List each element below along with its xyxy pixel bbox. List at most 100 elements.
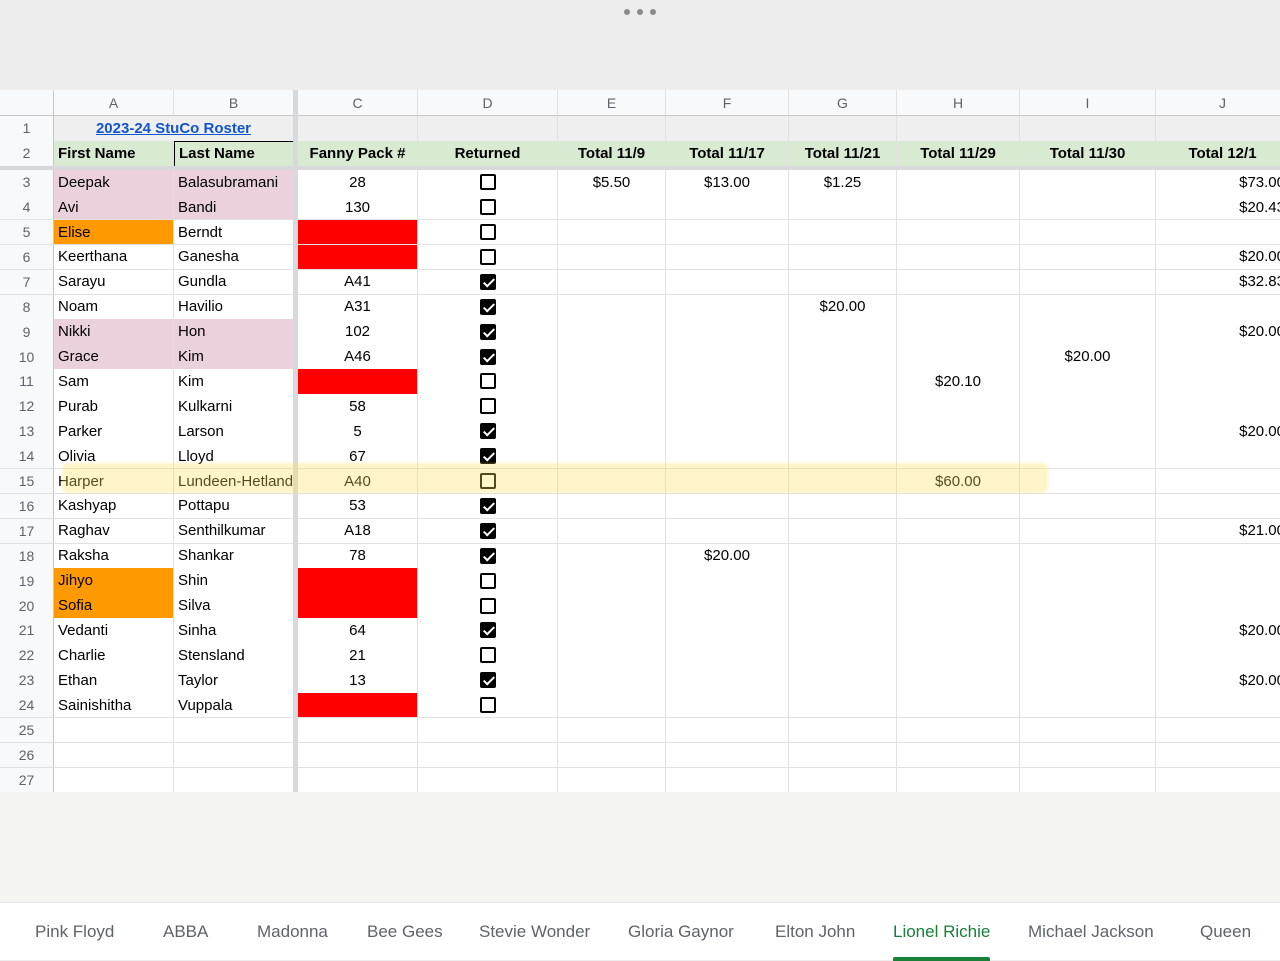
- total-cell[interactable]: [1020, 468, 1156, 495]
- row-header[interactable]: 11: [0, 369, 54, 395]
- sheet-tab[interactable]: Queen: [1200, 903, 1251, 961]
- total-cell[interactable]: [897, 618, 1020, 644]
- returned-cell[interactable]: [418, 568, 558, 594]
- last-name-cell[interactable]: Stensland: [174, 643, 294, 669]
- first-name-cell[interactable]: Jihyo: [54, 568, 174, 594]
- last-name-cell[interactable]: Shankar: [174, 543, 294, 569]
- total-cell[interactable]: [558, 319, 666, 345]
- empty-cell[interactable]: [174, 742, 294, 769]
- row-header[interactable]: 24: [0, 692, 54, 719]
- total-cell[interactable]: [1020, 394, 1156, 420]
- total-cell[interactable]: [1020, 668, 1156, 694]
- total-cell[interactable]: [558, 443, 666, 470]
- column-header-e[interactable]: E: [558, 90, 666, 116]
- last-name-cell[interactable]: Senthilkumar: [174, 518, 294, 545]
- header-filler-cell[interactable]: [666, 116, 789, 142]
- total-cell[interactable]: [1156, 493, 1280, 520]
- total-cell[interactable]: [897, 319, 1020, 345]
- total-cell[interactable]: [789, 319, 897, 345]
- row-header[interactable]: 10: [0, 344, 54, 370]
- returned-cell[interactable]: [418, 668, 558, 694]
- total-cell[interactable]: [1020, 269, 1156, 296]
- total-cell[interactable]: [666, 692, 789, 719]
- total-cell[interactable]: [666, 269, 789, 296]
- first-name-cell[interactable]: Purab: [54, 394, 174, 420]
- total-cell[interactable]: [666, 244, 789, 271]
- first-name-cell[interactable]: Raksha: [54, 543, 174, 569]
- fanny-pack-cell[interactable]: 130: [298, 194, 418, 221]
- more-options-icon[interactable]: [624, 8, 656, 16]
- fanny-pack-cell[interactable]: 67: [298, 443, 418, 470]
- fanny-pack-cell[interactable]: [298, 593, 418, 619]
- total-cell[interactable]: [897, 518, 1020, 545]
- row-header[interactable]: 23: [0, 668, 54, 694]
- row-header[interactable]: 25: [0, 717, 54, 744]
- empty-cell[interactable]: [558, 767, 666, 792]
- total-cell[interactable]: [666, 568, 789, 594]
- total-cell[interactable]: [1020, 568, 1156, 594]
- last-name-cell[interactable]: Silva: [174, 593, 294, 619]
- total-cell[interactable]: [789, 668, 897, 694]
- returned-checkbox[interactable]: [479, 373, 496, 390]
- first-name-cell[interactable]: Olivia: [54, 443, 174, 470]
- total-cell[interactable]: [558, 294, 666, 320]
- column-title-cell[interactable]: Total 11/21: [789, 141, 897, 167]
- returned-cell[interactable]: [418, 692, 558, 719]
- total-cell[interactable]: [558, 194, 666, 221]
- returned-checkbox[interactable]: [479, 572, 496, 589]
- first-name-cell[interactable]: Noam: [54, 294, 174, 320]
- total-cell[interactable]: [558, 419, 666, 445]
- column-header-b[interactable]: B: [174, 90, 294, 116]
- row-header[interactable]: 5: [0, 219, 54, 246]
- empty-cell[interactable]: [558, 742, 666, 769]
- empty-cell[interactable]: [174, 717, 294, 744]
- first-name-cell[interactable]: Harper: [54, 468, 174, 495]
- total-cell[interactable]: [558, 468, 666, 495]
- total-cell[interactable]: [789, 443, 897, 470]
- returned-cell[interactable]: [418, 593, 558, 619]
- first-name-cell[interactable]: Elise: [54, 219, 174, 246]
- total-cell[interactable]: [897, 493, 1020, 520]
- sheet-tab[interactable]: Madonna: [257, 903, 328, 961]
- total-cell[interactable]: [1020, 518, 1156, 545]
- total-cell[interactable]: [1020, 643, 1156, 669]
- returned-checkbox[interactable]: [479, 697, 496, 714]
- total-cell[interactable]: [666, 344, 789, 370]
- returned-checkbox[interactable]: [479, 473, 496, 490]
- total-cell[interactable]: [897, 394, 1020, 420]
- returned-checkbox[interactable]: [479, 448, 496, 465]
- row-header[interactable]: 13: [0, 419, 54, 445]
- fanny-pack-cell[interactable]: 102: [298, 319, 418, 345]
- empty-cell[interactable]: [54, 717, 174, 744]
- row-header[interactable]: 8: [0, 294, 54, 320]
- empty-cell[interactable]: [789, 717, 897, 744]
- returned-cell[interactable]: [418, 493, 558, 520]
- returned-cell[interactable]: [418, 543, 558, 569]
- column-header-d[interactable]: D: [418, 90, 558, 116]
- returned-checkbox[interactable]: [479, 497, 496, 514]
- returned-cell[interactable]: [418, 618, 558, 644]
- total-cell[interactable]: [1020, 319, 1156, 345]
- empty-cell[interactable]: [54, 742, 174, 769]
- total-cell[interactable]: [666, 668, 789, 694]
- total-cell[interactable]: [666, 618, 789, 644]
- row-header[interactable]: 16: [0, 493, 54, 520]
- total-cell[interactable]: [666, 468, 789, 495]
- returned-cell[interactable]: [418, 643, 558, 669]
- total-cell[interactable]: [1156, 369, 1280, 395]
- last-name-cell[interactable]: Ganesha: [174, 244, 294, 271]
- returned-checkbox[interactable]: [479, 348, 496, 365]
- total-cell[interactable]: $60.00: [897, 468, 1020, 495]
- total-cell[interactable]: $21.00: [1156, 518, 1280, 545]
- total-cell[interactable]: [1020, 294, 1156, 320]
- empty-cell[interactable]: [1020, 717, 1156, 744]
- empty-cell[interactable]: [666, 767, 789, 792]
- total-cell[interactable]: [1156, 394, 1280, 420]
- total-cell[interactable]: [897, 194, 1020, 221]
- fanny-pack-cell[interactable]: 64: [298, 618, 418, 644]
- last-name-cell[interactable]: Vuppala: [174, 692, 294, 719]
- total-cell[interactable]: [897, 170, 1020, 196]
- total-cell[interactable]: [1156, 468, 1280, 495]
- header-filler-cell[interactable]: [298, 116, 418, 142]
- total-cell[interactable]: $73.00: [1156, 170, 1280, 196]
